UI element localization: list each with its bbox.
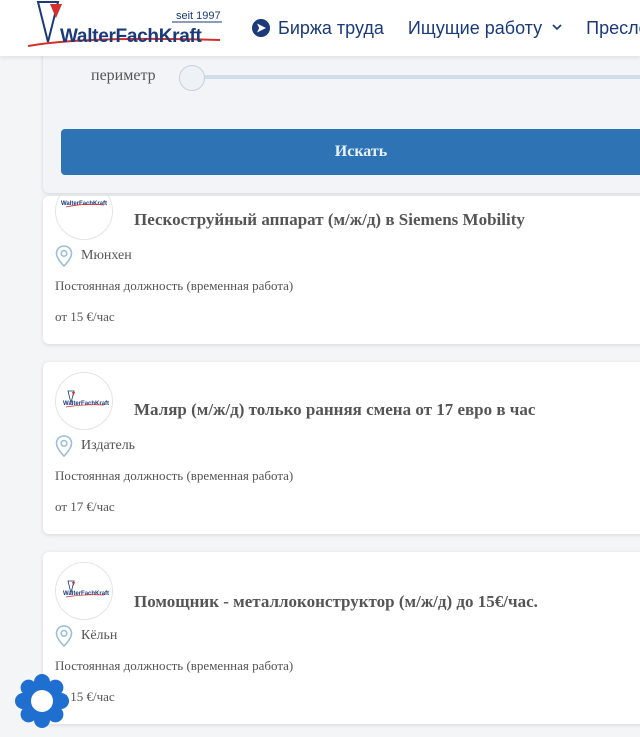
job-title[interactable]: Помощник - металлоконструктор (м/ж/д) до… bbox=[134, 592, 538, 612]
search-button[interactable]: Искать bbox=[61, 129, 640, 175]
nav-item-press[interactable]: Пресле bbox=[586, 18, 640, 39]
job-title[interactable]: Маляр (м/ж/д) только ранняя смена от 17 … bbox=[134, 400, 535, 420]
brand-logo[interactable]: seit 1997 WalterFachKraft bbox=[26, 0, 226, 56]
perimeter-slider-handle[interactable] bbox=[179, 65, 205, 91]
job-employment-type: Постоянная должность (временная работа) bbox=[55, 468, 294, 483]
job-location: Издатель bbox=[55, 435, 135, 457]
job-wage: от 15 €/час bbox=[55, 309, 115, 324]
main-nav: Биржа труда Ищущие работу Пресле bbox=[252, 0, 640, 56]
chat-widget-button[interactable] bbox=[15, 674, 69, 728]
job-card[interactable]: WalterFachKraft Маляр (м/ж/д) только ран… bbox=[43, 362, 640, 534]
chevron-down-icon bbox=[552, 20, 562, 34]
job-employment-type: Постоянная должность (временная работа) bbox=[55, 278, 294, 293]
location-pin-icon bbox=[55, 625, 73, 647]
job-card[interactable]: WalterFachKraft Пескоструйный аппарат (м… bbox=[43, 196, 640, 344]
search-panel: периметр Искать bbox=[43, 45, 640, 193]
nav-item-job-board[interactable]: Биржа труда bbox=[252, 18, 384, 39]
site-header: seit 1997 WalterFachKraft Биржа труда Ищ… bbox=[0, 0, 640, 56]
company-logo: WalterFachKraft bbox=[55, 196, 113, 240]
job-card[interactable]: WalterFachKraft Помощник - металлоконстр… bbox=[43, 552, 640, 724]
logo-brand-text: WalterFachKraft bbox=[60, 26, 202, 47]
chat-widget-icon bbox=[15, 674, 69, 728]
job-title[interactable]: Пескоструйный аппарат (м/ж/д) в Siemens … bbox=[134, 210, 525, 230]
job-location-text: Мюнхен bbox=[81, 248, 132, 263]
job-employment-type: Постоянная должность (временная работа) bbox=[55, 658, 294, 673]
perimeter-label: периметр bbox=[91, 67, 156, 84]
logo-since-text: seit 1997 bbox=[176, 10, 221, 22]
svg-text:WalterFachKraft: WalterFachKraft bbox=[61, 201, 107, 207]
job-wage: от 17 €/час bbox=[55, 499, 115, 514]
job-location: Мюнхен bbox=[55, 245, 132, 267]
location-pin-icon bbox=[55, 435, 73, 457]
company-logo: WalterFachKraft bbox=[55, 562, 113, 620]
job-location-text: Кёльн bbox=[81, 628, 118, 643]
nav-label-job-seekers: Ищущие работу bbox=[407, 17, 543, 38]
nav-item-job-seekers[interactable]: Ищущие работу bbox=[408, 18, 562, 39]
job-location: Кёльн bbox=[55, 625, 117, 647]
nav-label-job-board: Биржа труда bbox=[278, 17, 384, 38]
nav-label-press: Пресле bbox=[586, 17, 640, 38]
perimeter-slider-track[interactable] bbox=[191, 75, 640, 79]
company-logo: WalterFachKraft bbox=[55, 372, 113, 430]
job-location-text: Издатель bbox=[81, 438, 136, 453]
location-pin-icon bbox=[55, 245, 73, 267]
navigation-arrow-icon bbox=[252, 19, 270, 37]
